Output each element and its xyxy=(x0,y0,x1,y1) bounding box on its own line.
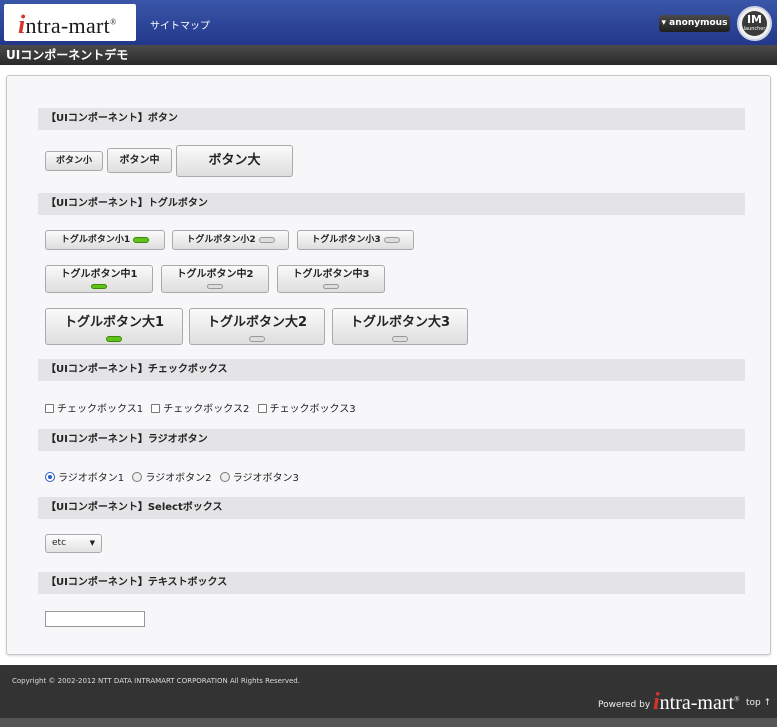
radio-option-3[interactable]: ラジオボタン3 xyxy=(219,472,299,484)
toggle-label: トグルボタン中1 xyxy=(60,269,138,280)
toggle-indicator-off xyxy=(392,336,408,342)
button-large[interactable]: ボタン大 xyxy=(176,145,293,177)
toggle-medium-2[interactable]: トグルボタン中2 xyxy=(161,265,269,293)
logo-wordmark: intra-mart® xyxy=(18,10,117,39)
toggle-indicator-off xyxy=(323,284,339,289)
footer: Copyright © 2002-2012 NTT DATA INTRAMART… xyxy=(0,665,777,718)
section-header-button: 【UIコンポーネント】ボタン xyxy=(38,108,745,130)
radio-button[interactable] xyxy=(219,472,230,482)
sitemap-link[interactable]: サイトマップ xyxy=(150,17,210,32)
launcher-label: IM xyxy=(746,13,763,26)
toggle-large-1[interactable]: トグルボタン大1 xyxy=(45,308,183,345)
footer-logo: intra-mart® xyxy=(653,689,740,715)
toggle-small-2[interactable]: トグルボタン小2 xyxy=(172,230,289,250)
checkbox-option-2[interactable]: チェックボックス2 xyxy=(151,404,249,415)
intra-mart-logo[interactable]: intra-mart® xyxy=(4,4,136,41)
radio-option-1[interactable]: ラジオボタン1 xyxy=(45,472,124,484)
checkbox[interactable] xyxy=(151,404,161,413)
checkbox-option-1[interactable]: チェックボックス1 xyxy=(45,404,143,415)
toggle-medium-1[interactable]: トグルボタン中1 xyxy=(45,265,153,293)
text-input[interactable] xyxy=(45,611,145,627)
toggle-small-3[interactable]: トグルボタン小3 xyxy=(297,230,414,250)
radio-row: ラジオボタン1 ラジオボタン2 ラジオボタン3 xyxy=(45,469,304,484)
top-link[interactable]: top ↑ xyxy=(746,698,771,708)
toggle-label: トグルボタン小1 xyxy=(60,235,131,245)
section-header-toggle: 【UIコンポーネント】トグルボタン xyxy=(38,193,745,215)
toggle-large-3[interactable]: トグルボタン大3 xyxy=(332,308,468,345)
page-title: UIコンポーネントデモ xyxy=(0,45,777,65)
toggle-label: トグルボタン大2 xyxy=(206,315,308,330)
chevron-down-icon: ▼ xyxy=(89,539,95,547)
button-small[interactable]: ボタン小 xyxy=(45,151,103,171)
checkbox[interactable] xyxy=(45,404,54,413)
toggle-medium-3[interactable]: トグルボタン中3 xyxy=(277,265,385,293)
toggle-label: トグルボタン小2 xyxy=(186,235,256,245)
toggle-indicator-off xyxy=(258,236,275,243)
toggle-large-2[interactable]: トグルボタン大2 xyxy=(189,308,325,345)
launcher-sublabel: launcher xyxy=(743,26,766,32)
select-value: etc xyxy=(52,538,67,548)
select-box[interactable]: etc ▼ xyxy=(45,534,102,553)
checkbox-row: チェックボックス1 チェックボックス2 チェックボックス3 xyxy=(45,400,361,415)
im-launcher-icon[interactable]: IM launcher xyxy=(737,6,772,41)
copyright-text: Copyright © 2002-2012 NTT DATA INTRAMART… xyxy=(12,677,300,685)
toggle-indicator-off xyxy=(383,236,400,243)
toggle-indicator-on xyxy=(91,284,107,289)
section-header-checkbox: 【UIコンポーネント】チェックボックス xyxy=(38,359,745,381)
powered-by-label: Powered by xyxy=(598,700,651,710)
user-menu-button[interactable]: ▾ anonymous xyxy=(659,15,730,32)
radio-button[interactable] xyxy=(45,472,55,482)
section-header-radio: 【UIコンポーネント】ラジオボタン xyxy=(38,429,745,451)
toggle-indicator-off xyxy=(249,336,265,342)
checkbox[interactable] xyxy=(257,404,267,413)
radio-option-2[interactable]: ラジオボタン2 xyxy=(132,472,212,484)
top-header: intra-mart® サイトマップ ▾ anonymous IM launch… xyxy=(0,0,777,45)
checkbox-option-3[interactable]: チェックボックス3 xyxy=(257,404,356,415)
toggle-label: トグルボタン大3 xyxy=(349,315,451,330)
toggle-indicator-off xyxy=(207,284,223,289)
toggle-label: トグルボタン小3 xyxy=(311,235,381,245)
button-medium[interactable]: ボタン中 xyxy=(107,148,172,173)
bottom-strip xyxy=(0,718,777,727)
radio-button[interactable] xyxy=(132,472,143,482)
toggle-small-1[interactable]: トグルボタン小1 xyxy=(45,230,165,250)
toggle-indicator-on xyxy=(106,336,122,342)
section-header-select: 【UIコンポーネント】Selectボックス xyxy=(38,497,745,519)
toggle-indicator-on xyxy=(133,236,150,243)
toggle-label: トグルボタン中2 xyxy=(176,269,254,280)
section-header-textbox: 【UIコンポーネント】テキストボックス xyxy=(38,572,745,594)
toggle-label: トグルボタン中3 xyxy=(292,269,370,280)
toggle-label: トグルボタン大1 xyxy=(63,315,165,330)
